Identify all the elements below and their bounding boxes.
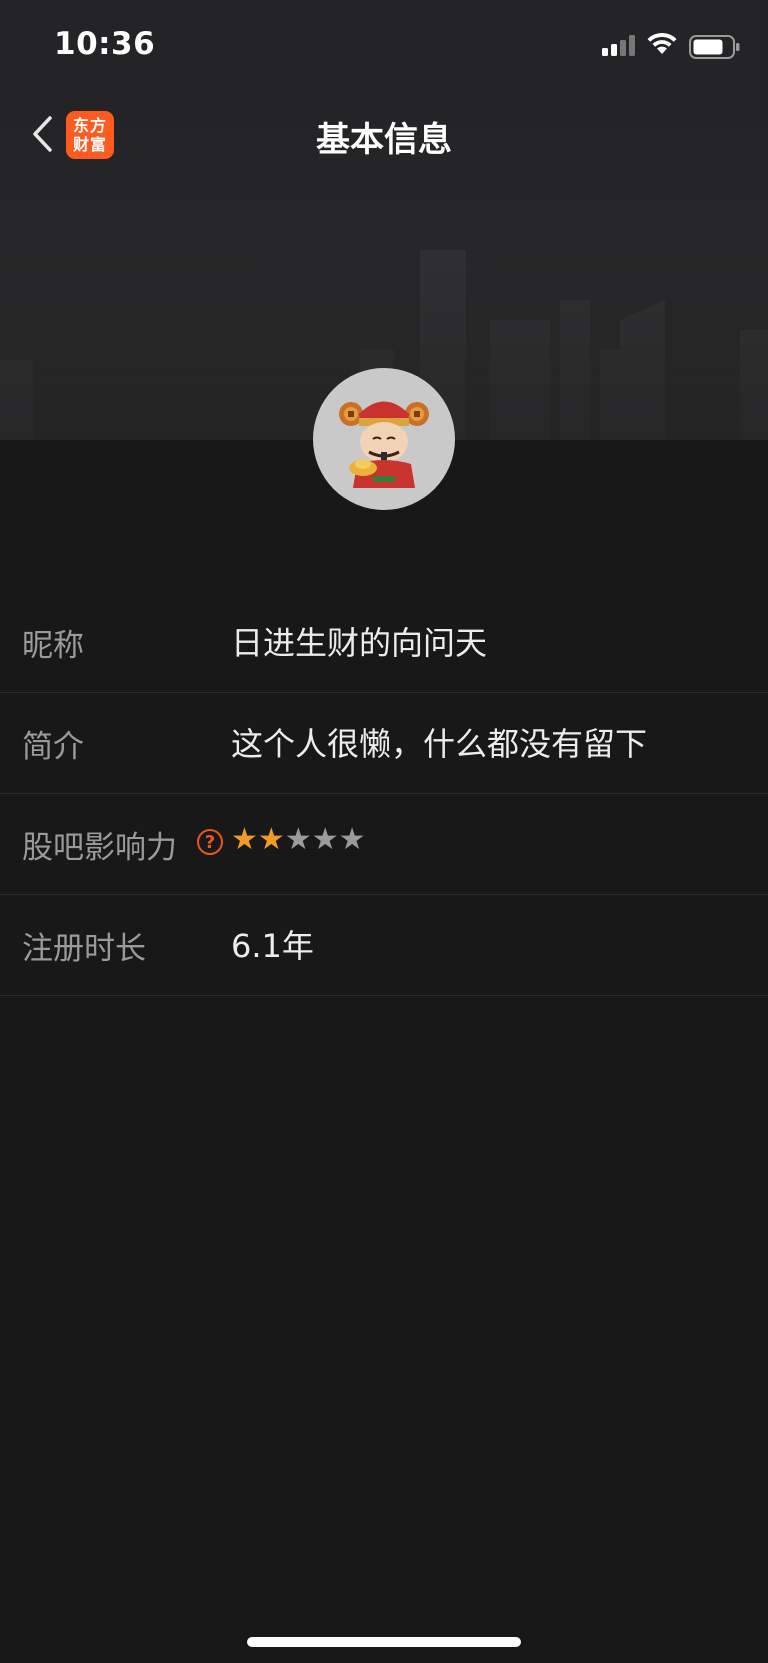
- nickname-label: 昵称: [22, 628, 84, 664]
- profile-info-list: 昵称 日进生财的向问天 简介 这个人很懒，什么都没有留下 股吧影响力 ? ★★★…: [0, 592, 768, 996]
- bio-label: 简介: [22, 729, 84, 765]
- rating-star-3: ★: [284, 822, 312, 857]
- nav-bar: 东方 财富 基本信息: [0, 100, 768, 170]
- influence-rating: ★★★★★: [231, 822, 366, 857]
- battery-icon: [689, 35, 740, 59]
- status-bar: 10:36: [0, 0, 768, 95]
- home-indicator[interactable]: [247, 1637, 521, 1647]
- registration-duration-row: 注册时长 6.1年: [0, 895, 768, 996]
- status-time: 10:36: [54, 26, 156, 62]
- influence-label: 股吧影响力: [22, 830, 177, 866]
- influence-row: 股吧影响力 ? ★★★★★: [0, 794, 768, 895]
- nickname-row: 昵称 日进生财的向问天: [0, 592, 768, 693]
- rating-star-5: ★: [338, 822, 366, 857]
- rating-star-1: ★: [231, 822, 258, 857]
- avatar[interactable]: [313, 368, 455, 510]
- nickname-value: 日进生财的向问天: [231, 624, 488, 662]
- rating-star-2: ★: [257, 822, 285, 857]
- question-circle-icon[interactable]: ?: [197, 829, 223, 855]
- bio-value: 这个人很懒，什么都没有留下: [231, 725, 648, 763]
- registration-duration-value: 6.1年: [231, 927, 314, 965]
- avatar-cartoon-god-of-wealth: [339, 401, 429, 488]
- page-title: 基本信息: [316, 120, 452, 160]
- bio-row: 简介 这个人很懒，什么都没有留下: [0, 693, 768, 794]
- registration-duration-label: 注册时长: [22, 931, 146, 967]
- wifi-icon: [647, 32, 677, 54]
- cellular-signal-icon: [602, 35, 635, 56]
- rating-star-4: ★: [311, 822, 339, 857]
